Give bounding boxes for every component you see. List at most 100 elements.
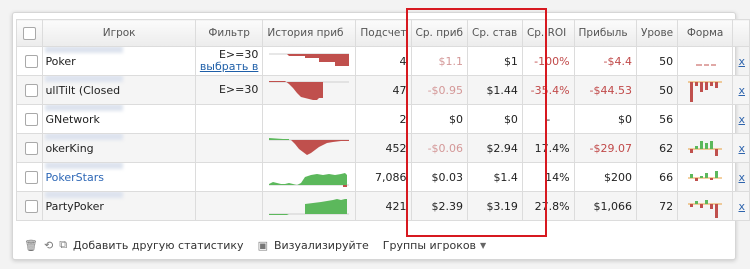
avg-roi-value: 27.8% [521,191,575,221]
avg-roi-value: 17.4% [521,133,575,163]
remove-row-link[interactable]: x [732,162,750,192]
level-value: 66 [635,162,679,192]
row-checkbox[interactable] [15,104,44,134]
hands-count: 4 [355,46,412,76]
avg-bet-value: $3.19 [467,191,523,221]
visualize-button[interactable]: Визуализируйте [274,239,369,252]
history-sparkline [262,75,357,105]
col-header-profit-bb[interactable]: Ср. приб [410,19,469,47]
player-cell[interactable]: PartyPoker [42,191,196,221]
history-sparkline [262,104,357,134]
trash-icon[interactable]: 🗑 [24,239,38,252]
table-row[interactable]: PartyPoker 421 $2.39 $3.19 27.8% $1,066 … [15,191,750,221]
filter-text: E>=30 [218,83,259,96]
row-checkbox[interactable] [15,46,44,76]
col-header-avg-bet[interactable]: Ср. став [467,19,523,47]
filter-cell: E>=30 выбрать в [194,46,264,76]
select-all-checkbox[interactable] [15,19,44,47]
profit-value: $0 [573,104,637,134]
col-header-form[interactable]: Форма [677,19,734,47]
avg-roi-value: - [521,104,575,134]
player-cell[interactable]: GNetwork [42,104,196,134]
history-sparkline [262,133,357,163]
filter-select-link[interactable]: выбрать в [200,61,259,73]
hands-count: 452 [355,133,412,163]
col-header-avg-roi[interactable]: Ср. ROI [521,19,575,47]
copy-icon: ⧉ [59,238,68,251]
remove-row-link[interactable]: x [732,133,750,163]
player-cell[interactable]: Poker [42,46,196,76]
player-name: GNetwork [45,113,100,126]
avg-profit-value: -$0.95 [410,75,469,105]
remove-row-link[interactable]: x [732,75,750,105]
avg-profit-value: $2.39 [410,191,469,221]
player-name: okerKing [45,142,94,155]
col-header-level[interactable]: Урове [635,19,679,47]
hands-count: 7,086 [355,162,412,192]
hands-count: 421 [355,191,412,221]
profit-value: -$44.53 [573,75,637,105]
image-icon: ▣ [257,238,268,252]
avg-roi-value: 14% [521,162,575,192]
header-row: Игрок Фильтр История приб Подсчет Ср. пр… [15,19,750,47]
col-header-history[interactable]: История приб [262,19,357,47]
player-groups-dropdown[interactable]: Группы игроков [383,239,476,252]
player-cell[interactable]: PokerStars [42,162,196,192]
level-value: 72 [635,191,679,221]
form-chart [677,191,734,221]
profit-value: -$29.07 [573,133,637,163]
form-chart [677,46,734,76]
row-checkbox[interactable] [15,162,44,192]
col-header-hands[interactable]: Подсчет [355,19,412,47]
filter-cell [194,104,264,134]
filter-cell [194,133,264,163]
col-header-player[interactable]: Игрок [42,19,196,47]
row-checkbox[interactable] [15,191,44,221]
profit-value: -$4.4 [573,46,637,76]
avg-bet-value: $1.44 [467,75,523,105]
table-toolbar: 🗑 ⟲ ⧉ Добавить другую статистику ▣ Визуа… [24,238,486,252]
avg-roi-value: -100% [521,46,575,76]
avg-profit-value: $0 [410,104,469,134]
table-row[interactable]: GNetwork 2 $0 $0 - $0 56 x [15,104,750,134]
row-checkbox[interactable] [15,133,44,163]
avg-bet-value: $0 [467,104,523,134]
profit-value: $1,066 [573,191,637,221]
chevron-down-icon[interactable]: ▼ [480,241,486,250]
table-row[interactable]: Poker E>=30 выбрать в 4 $1.1 $1 -100% -$4… [15,46,750,76]
col-header-profit[interactable]: Прибыль [573,19,637,47]
hands-count: 2 [355,104,412,134]
add-stats-button[interactable]: Добавить другую статистику [73,239,244,252]
remove-row-link[interactable]: x [732,104,750,134]
col-header-filter[interactable]: Фильтр [194,19,264,47]
player-name: PokerStars [45,171,104,184]
avg-bet-value: $1.4 [467,162,523,192]
profit-value: $200 [573,162,637,192]
avg-profit-value: $1.1 [410,46,469,76]
refresh-icon[interactable]: ⟲ [44,239,53,252]
table-row[interactable]: PokerStars 7,086 $0.03 $1.4 14% $200 66 … [15,162,750,192]
avg-bet-value: $2.94 [467,133,523,163]
table-row[interactable]: okerKing 452 -$0.06 $2.94 17.4% -$29.07 … [15,133,750,163]
filter-cell: E>=30 [194,75,264,105]
player-name: ullTilt (Closed [45,84,121,97]
col-header-remove [732,19,750,47]
level-value: 56 [635,104,679,134]
level-value: 50 [635,46,679,76]
player-cell[interactable]: okerKing [42,133,196,163]
table-row[interactable]: ullTilt (Closed E>=30 47 -$0.95 $1.44 -3… [15,75,750,105]
level-value: 62 [635,133,679,163]
player-name: PartyPoker [45,200,104,213]
remove-row-link[interactable]: x [732,191,750,221]
player-cell[interactable]: ullTilt (Closed [42,75,196,105]
avg-profit-value: $0.03 [410,162,469,192]
form-chart [677,133,734,163]
filter-cell [194,191,264,221]
history-sparkline [262,162,357,192]
row-checkbox[interactable] [15,75,44,105]
player-name: Poker [45,55,76,68]
avg-profit-value: -$0.06 [410,133,469,163]
hands-count: 47 [355,75,412,105]
remove-row-link[interactable]: x [732,46,750,76]
history-sparkline [262,46,357,76]
